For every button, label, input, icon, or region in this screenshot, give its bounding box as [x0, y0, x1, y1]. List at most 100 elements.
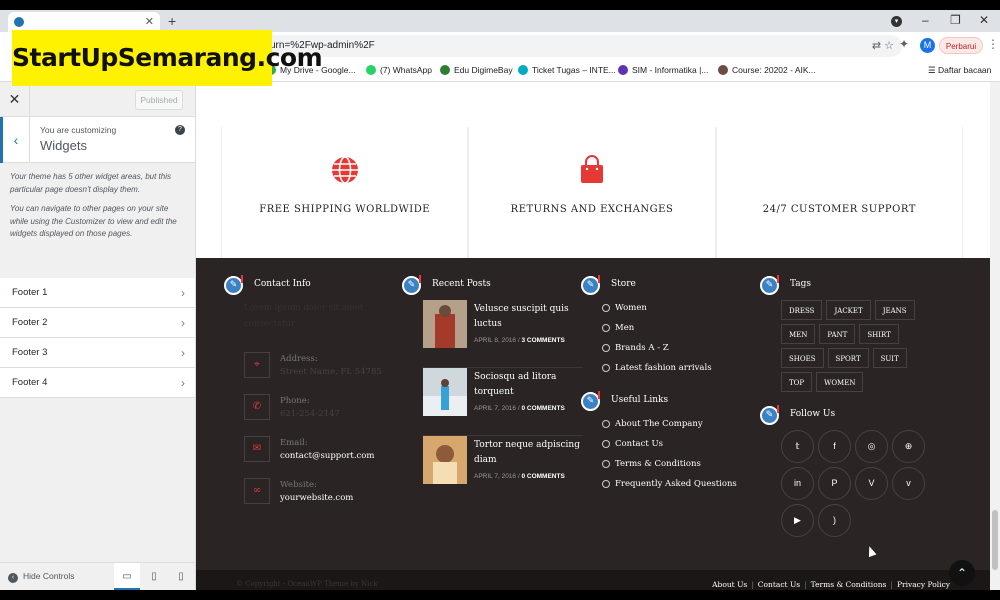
post-title[interactable]: Sociosqu ad litora torquent [474, 370, 584, 400]
section-footer-3[interactable]: Footer 3 › [0, 338, 195, 368]
post-title[interactable]: Tortor neque adpiscing diam [474, 438, 584, 468]
scrollbar-thumb[interactable] [992, 510, 998, 570]
youtube-icon[interactable]: ▶ [781, 504, 814, 537]
maximize-button[interactable]: ❐ [950, 13, 961, 27]
edit-widget-pencil-icon[interactable]: ✎ [581, 391, 600, 411]
update-button[interactable]: Perbarui [939, 37, 983, 54]
linkedin-icon[interactable]: in [781, 467, 814, 500]
tag-link[interactable]: SHOES [781, 348, 824, 368]
tag-link[interactable]: SHIRT [859, 324, 899, 344]
store-link[interactable]: Men [602, 318, 741, 338]
widget-title: ✎ Recent Posts [402, 275, 572, 296]
feature-item: 24/7 CUSTOMER SUPPORT [715, 127, 963, 258]
post-meta: APRIL 7, 2016 / 0 COMMENTS [474, 405, 565, 412]
footer-recent-posts-column: ✎ Recent Posts Velusce suscipit quis luct… [402, 275, 583, 504]
preview-scrollbar[interactable] [990, 82, 1000, 590]
menu-icon[interactable]: ⋮ [987, 37, 999, 51]
bookmark-item[interactable]: SIM - Informatika |... [618, 65, 708, 75]
footer-bottom-bar: © Copyright - OceanWP Theme by Nick Abou… [196, 570, 990, 590]
close-tab-icon[interactable]: ✕ [145, 15, 154, 28]
useful-link[interactable]: Terms & Conditions [602, 454, 741, 474]
tag-link[interactable]: JEANS [874, 300, 915, 320]
collapse-icon: ‹ [8, 573, 18, 583]
dribbble-icon[interactable]: ⊕ [892, 430, 925, 463]
tag-link[interactable]: MEN [781, 324, 816, 344]
mouse-cursor [865, 544, 877, 558]
extensions-icon[interactable]: ✦ [899, 37, 909, 51]
tab-search-icon[interactable]: ▾ [891, 16, 902, 27]
recent-post[interactable]: Velusce suscipit quis luctus APRIL 8, 20… [423, 300, 583, 368]
reading-list[interactable]: ☰ Daftar bacaan [928, 65, 991, 76]
bookmark-item[interactable]: Ticket Tugas – INTE... [518, 65, 616, 75]
edit-widget-pencil-icon[interactable]: ✎ [760, 405, 779, 425]
post-meta: APRIL 7, 2016 / 0 COMMENTS [474, 473, 565, 480]
tag-link[interactable]: WOMEN [816, 372, 864, 392]
published-button[interactable]: Published [135, 90, 183, 110]
section-footer-4[interactable]: Footer 4 › [0, 368, 195, 398]
edit-widget-pencil-icon[interactable]: ✎ [581, 275, 600, 295]
tablet-preview-icon[interactable]: ▯ [141, 563, 167, 590]
contact-website: ∞ Website: yourwebsite.com [244, 474, 384, 516]
close-customizer-icon[interactable]: ✕ [0, 82, 30, 117]
store-link[interactable]: Latest fashion arrivals [602, 358, 741, 378]
tag-link[interactable]: SPORT [827, 348, 869, 368]
post-title[interactable]: Velusce suscipit quis luctus [474, 302, 584, 332]
site-footer: ✎ Contact Info Lorem ipsum dolor sit amet… [196, 258, 990, 590]
edit-widget-pencil-icon[interactable]: ✎ [224, 275, 243, 295]
footer-link[interactable]: Contact Us [758, 580, 800, 589]
tag-link[interactable]: TOP [781, 372, 813, 392]
customizer-footer: ‹ Hide Controls ▭ ▯ ▯ [0, 562, 195, 590]
bookmark-item[interactable]: (7) WhatsApp [366, 65, 432, 75]
tag-link[interactable]: JACKET [826, 300, 871, 320]
hide-controls-button[interactable]: ‹ Hide Controls [8, 571, 75, 583]
footer-link[interactable]: Privacy Policy [897, 580, 950, 589]
footer-bottom-links: About Us | Contact Us | Terms & Conditions | P… [712, 580, 950, 589]
browser-tab[interactable]: ✕ [8, 12, 160, 32]
profile-avatar[interactable]: M [920, 38, 935, 53]
edit-widget-pencil-icon[interactable]: ✎ [402, 275, 421, 295]
useful-link[interactable]: Frequently Asked Questions [602, 474, 741, 494]
post-thumbnail [423, 300, 467, 348]
tag-link[interactable]: DRESS [781, 300, 823, 320]
address-bar[interactable]: urn=%2Fwp-admin%2F ⇄ ☆ [262, 35, 902, 57]
help-icon[interactable]: ? [175, 125, 185, 135]
vimeo-icon[interactable]: v [892, 467, 925, 500]
rss-icon[interactable]: ) [818, 504, 851, 537]
feature-strip: FREE SHIPPING WORLDWIDE RETURNS AND EXCH… [221, 127, 963, 258]
footer-link[interactable]: About Us [712, 580, 747, 589]
back-arrow-icon[interactable]: ‹ [0, 117, 30, 163]
feature-item: RETURNS AND EXCHANGES [468, 127, 716, 258]
tag-link[interactable]: PANT [819, 324, 856, 344]
scroll-to-top-button[interactable]: ⌃ [949, 560, 975, 586]
edit-widget-pencil-icon[interactable]: ✎ [760, 275, 779, 295]
useful-link[interactable]: Contact Us [602, 434, 741, 454]
new-tab-button[interactable]: + [168, 13, 176, 29]
minimize-button[interactable]: – [922, 13, 929, 27]
desktop-preview-icon[interactable]: ▭ [114, 563, 140, 590]
mobile-preview-icon[interactable]: ▯ [168, 563, 194, 590]
tag-link[interactable]: SUIT [872, 348, 907, 368]
bookmark-item[interactable]: Edu DigimeBay [440, 65, 513, 75]
section-footer-2[interactable]: Footer 2 › [0, 308, 195, 338]
site-preview: FREE SHIPPING WORLDWIDE RETURNS AND EXCH… [196, 82, 990, 590]
translate-bookmark-icons[interactable]: ⇄ ☆ [872, 35, 894, 57]
store-link[interactable]: Brands A - Z [602, 338, 741, 358]
twitter-icon[interactable]: 𝕥 [781, 430, 814, 463]
useful-links: About The Company Contact Us Terms & Con… [581, 414, 741, 494]
envelope-icon: ✉ [244, 436, 270, 462]
store-link[interactable]: Women [602, 298, 741, 318]
bookmark-item[interactable]: Course: 20202 - AIK... [718, 65, 816, 75]
widget-sections: Footer 1 › Footer 2 › Footer 3 › Footer 4 › [0, 278, 195, 398]
useful-link[interactable]: About The Company [602, 414, 741, 434]
instagram-icon[interactable]: ◎ [855, 430, 888, 463]
vine-icon[interactable]: V [855, 467, 888, 500]
close-window-button[interactable]: ✕ [979, 13, 989, 27]
recent-post[interactable]: Sociosqu ad litora torquent APRIL 7, 201… [423, 368, 583, 436]
facebook-icon[interactable]: f [818, 430, 851, 463]
widget-title: ✎ Contact Info [224, 275, 384, 296]
footer-link[interactable]: Terms & Conditions [811, 580, 887, 589]
recent-post[interactable]: Tortor neque adpiscing diam APRIL 7, 201… [423, 436, 583, 504]
section-footer-1[interactable]: Footer 1 › [0, 278, 195, 308]
feature-label: RETURNS AND EXCHANGES [510, 204, 674, 215]
pinterest-icon[interactable]: P [818, 467, 851, 500]
